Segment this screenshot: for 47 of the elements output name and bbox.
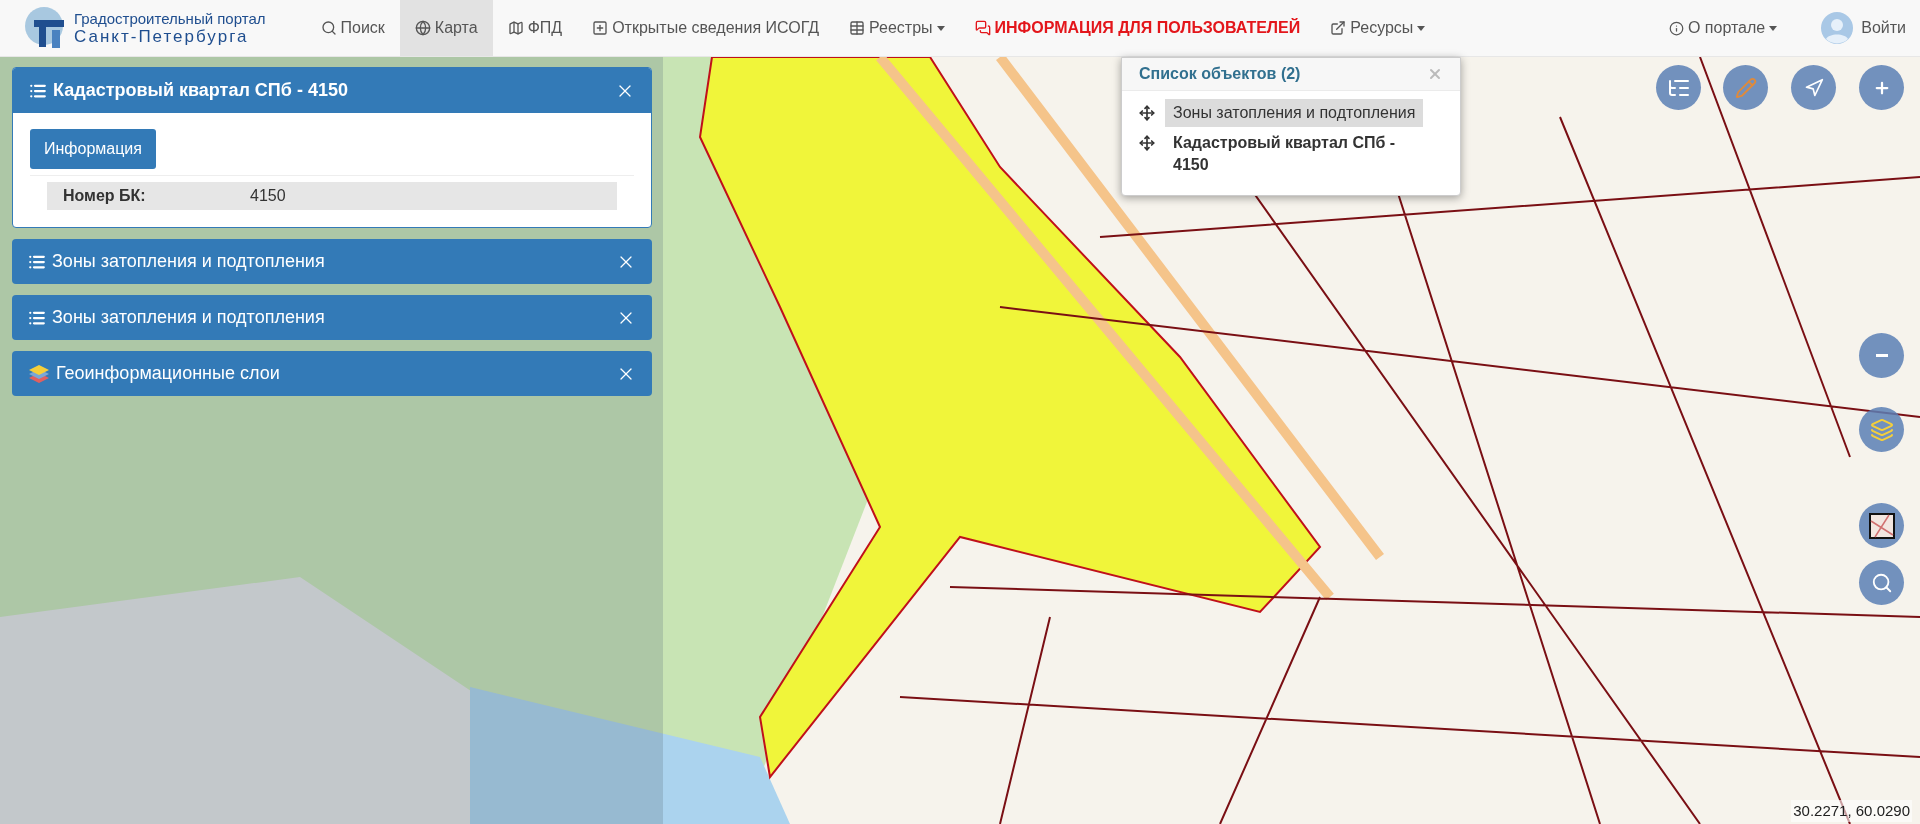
object-list-item[interactable]: Зоны затопления и подтопления	[1165, 99, 1424, 127]
move-icon[interactable]	[1139, 105, 1155, 121]
info-button[interactable]: Информация	[30, 129, 156, 169]
external-link-icon	[1330, 20, 1347, 36]
nav-link[interactable]: Ресурсы	[1315, 0, 1441, 56]
navigation-arrow-icon	[1803, 77, 1824, 98]
search-icon	[320, 20, 337, 36]
object-list-item[interactable]: Кадастровый квартал СПб - 4150	[1165, 129, 1443, 179]
nav-link[interactable]: ИНФОРМАЦИЯ ДЛЯ ПОЛЬЗОВАТЕЛЕЙ	[959, 0, 1316, 56]
layers-icon	[28, 363, 50, 384]
coordinates-readout: 30.2271, 60.0290	[1791, 799, 1912, 822]
nav-link[interactable]: Карта	[399, 0, 493, 56]
nav-link[interactable]: О портале	[1656, 0, 1790, 56]
nav-link[interactable]: ФПД	[492, 0, 578, 56]
field-label: Номер БК:	[63, 186, 147, 206]
panel-title: Геоинформационные слои	[56, 362, 280, 385]
popup-title: Список объектов (2)	[1139, 64, 1301, 84]
pencil-icon	[1734, 76, 1757, 99]
city-name: Санкт-Петербурга	[74, 28, 250, 46]
nav-link[interactable]: Открытые сведения ИСОГД	[577, 0, 835, 56]
layers-icon	[1869, 417, 1894, 442]
panel-header[interactable]: Зоны затопления и подтопления	[12, 239, 652, 284]
move-icon[interactable]	[1139, 135, 1155, 151]
caret-icon	[1417, 25, 1426, 31]
caret-icon	[1769, 25, 1778, 31]
map-thumbnail-icon	[1868, 512, 1895, 539]
minus-icon	[1875, 354, 1888, 357]
info-icon	[1668, 20, 1684, 36]
map-icon	[507, 20, 524, 36]
panel-header[interactable]: Геоинформационные слои	[12, 351, 652, 396]
panel-title: Зоны затопления и подтопления	[52, 250, 325, 273]
portal-name: Градостроительный портал	[74, 10, 266, 28]
field-value: 4150	[250, 186, 286, 206]
search-icon	[1870, 571, 1893, 594]
panel-title: Зоны затопления и подтопления	[52, 306, 325, 329]
caret-icon	[936, 25, 945, 31]
avatar-icon	[1821, 12, 1854, 44]
nav-link[interactable]: Поиск	[305, 0, 400, 56]
login-link[interactable]: Войти	[1809, 0, 1918, 56]
chat-bubbles-icon	[974, 20, 991, 36]
panel-header[interactable]: Зоны затопления и подтопления	[12, 295, 652, 340]
globe-icon	[414, 20, 431, 36]
panel-header[interactable]: Кадастровый квартал СПб - 4150	[13, 68, 651, 113]
panel-title: Кадастровый квартал СПб - 4150	[53, 79, 348, 102]
plus-square-icon	[592, 20, 609, 36]
nav-link[interactable]: Реестры	[834, 0, 960, 56]
table-icon	[849, 20, 866, 36]
